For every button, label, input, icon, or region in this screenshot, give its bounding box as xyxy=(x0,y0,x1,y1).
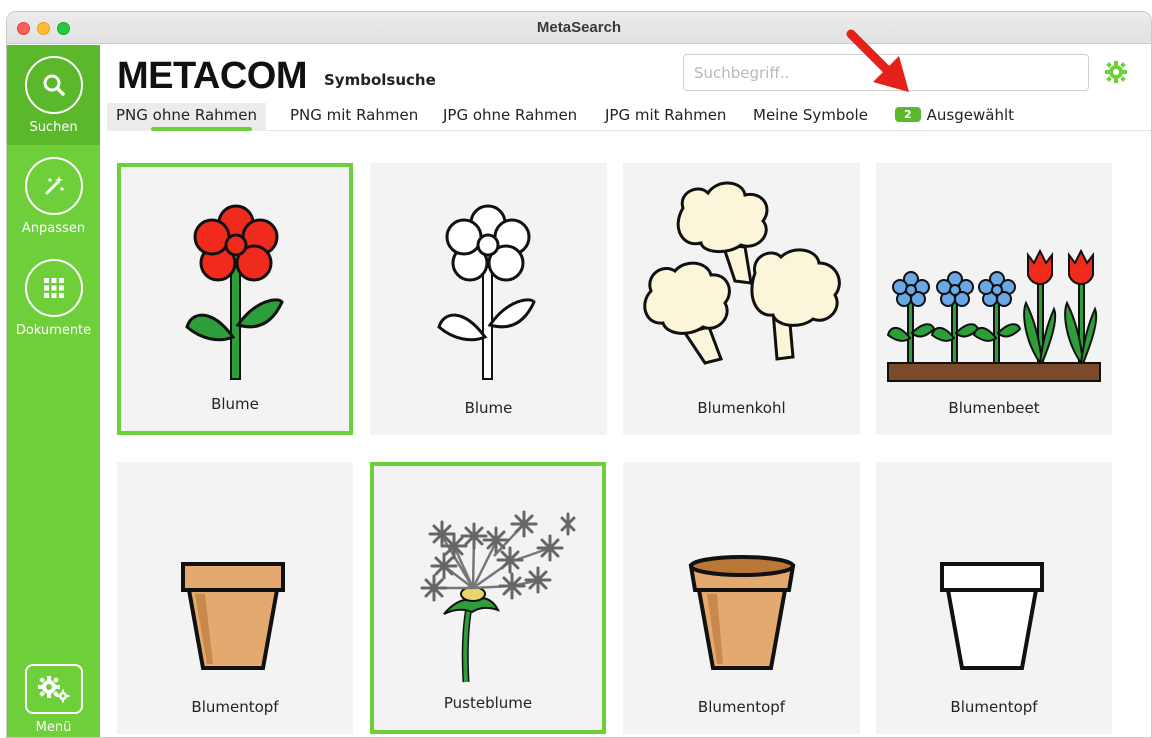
dandelion-icon xyxy=(420,510,576,683)
result-card[interactable]: Blume xyxy=(117,163,353,435)
sidebar-item-label: Suchen xyxy=(29,120,78,135)
tab-label: Ausgewählt xyxy=(926,106,1015,124)
sidebar-item-suchen[interactable]: Suchen xyxy=(7,45,100,145)
app-subtitle: Symbolsuche xyxy=(324,71,436,89)
result-card[interactable]: Blumentopf xyxy=(876,462,1112,734)
result-label: Blumentopf xyxy=(697,698,786,716)
app-logo: METACOM xyxy=(117,55,308,97)
sidebar-item-label: Dokumente xyxy=(15,323,92,338)
result-label: Pusteblume xyxy=(443,694,533,712)
window-title: MetaSearch xyxy=(536,19,622,36)
main-area: METACOM Symbolsuche PNG ohne Rahmen PNG … xyxy=(100,45,1151,737)
cauliflower-icon xyxy=(643,181,841,365)
result-card[interactable]: Blumenkohl xyxy=(623,163,860,435)
tab-meine-symbole[interactable]: Meine Symbole xyxy=(753,103,868,131)
outline-flower-icon xyxy=(437,204,536,380)
sidebar-item-menu[interactable]: Menü xyxy=(7,664,100,735)
settings-gear-icon[interactable] xyxy=(1105,61,1127,87)
sidebar-item-label: Anpassen xyxy=(21,221,86,236)
result-label: Blumenbeet xyxy=(948,399,1040,417)
result-card[interactable]: Blumentopf xyxy=(623,462,860,734)
flowerpot-3d-icon xyxy=(688,555,796,670)
flowerpot-icon xyxy=(181,562,285,670)
sidebar-item-dokumente[interactable]: Dokumente xyxy=(7,259,100,338)
result-card[interactable]: Blumentopf xyxy=(117,462,353,734)
magic-wand-icon xyxy=(24,157,83,215)
tab-jpg-ohne-rahmen[interactable]: JPG ohne Rahmen xyxy=(443,103,577,131)
annotation-arrow-icon xyxy=(846,29,909,92)
app-window: MetaSearch Suchen Anpassen Dokumente Men… xyxy=(6,11,1152,738)
tab-png-mit-rahmen[interactable]: PNG mit Rahmen xyxy=(290,103,418,131)
result-label: Blumentopf xyxy=(950,698,1038,716)
result-card[interactable]: Blume xyxy=(370,163,607,435)
search-icon xyxy=(24,56,83,114)
tab-png-ohne-rahmen[interactable]: PNG ohne Rahmen xyxy=(107,103,266,131)
result-label: Blume xyxy=(464,399,513,417)
flowerbed-icon xyxy=(886,248,1101,382)
result-label: Blumentopf xyxy=(191,698,279,716)
sidebar-item-anpassen[interactable]: Anpassen xyxy=(7,157,100,236)
tab-jpg-mit-rahmen[interactable]: JPG mit Rahmen xyxy=(605,103,726,131)
gears-icon xyxy=(24,664,83,714)
white-flowerpot-icon xyxy=(940,562,1044,670)
tab-ausgewaehlt[interactable]: 2 Ausgewählt xyxy=(895,103,1014,131)
grid-icon xyxy=(24,259,83,317)
result-card[interactable]: Pusteblume xyxy=(370,462,606,734)
result-label: Blumenkohl xyxy=(697,399,786,417)
result-label: Blume xyxy=(211,395,259,413)
sidebar: Suchen Anpassen Dokumente Menü xyxy=(7,45,100,737)
title-bar: MetaSearch xyxy=(7,12,1151,44)
result-card[interactable]: Blumenbeet xyxy=(876,163,1112,435)
sidebar-item-label: Menü xyxy=(35,720,72,735)
format-tabs: PNG ohne Rahmen PNG mit Rahmen JPG ohne … xyxy=(107,103,1151,131)
red-flower-icon xyxy=(185,204,284,380)
selected-count-badge: 2 xyxy=(895,107,921,122)
